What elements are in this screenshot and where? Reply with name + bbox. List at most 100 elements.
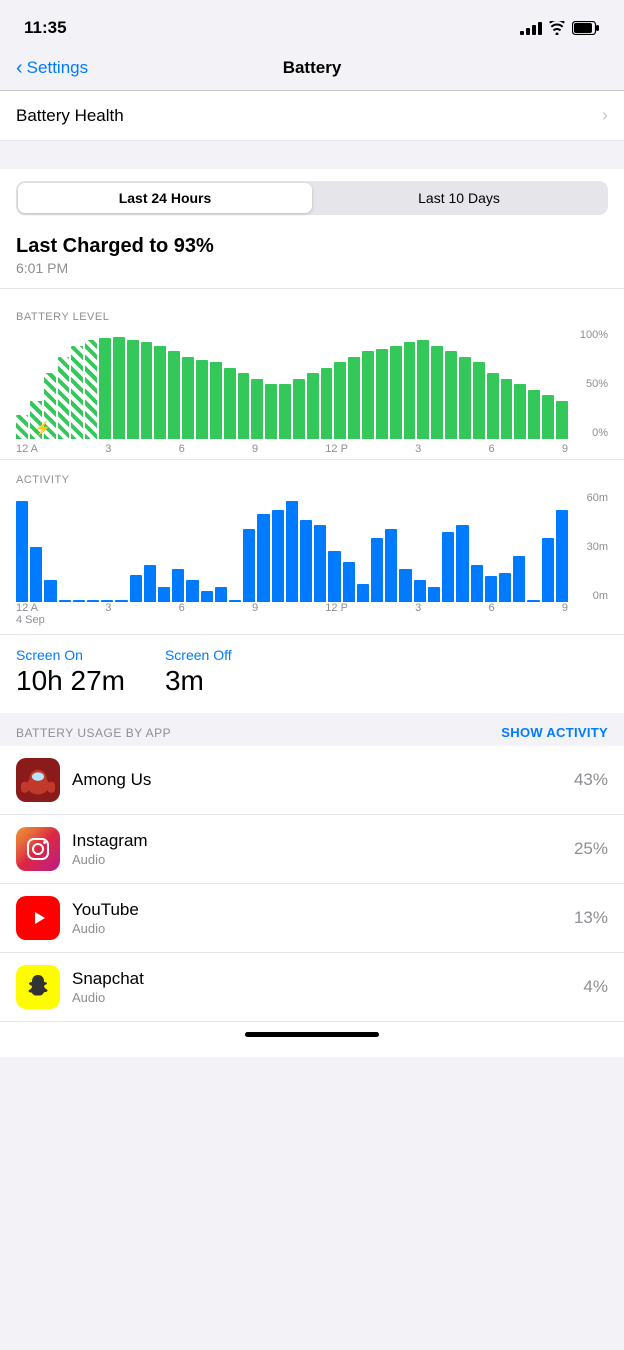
segment-24h[interactable]: Last 24 Hours xyxy=(18,183,312,213)
activity-bars xyxy=(16,492,568,602)
battery-bar xyxy=(390,346,402,440)
activity-bar xyxy=(144,565,156,602)
battery-bar xyxy=(528,390,540,440)
activity-label: ACTIVITY xyxy=(16,474,608,486)
app-icon-youtube xyxy=(16,896,60,940)
activity-x-label: 12 P xyxy=(325,602,348,614)
activity-bar xyxy=(385,529,397,602)
segment-control: Last 24 Hours Last 10 Days xyxy=(16,181,608,215)
battery-bar xyxy=(514,384,526,439)
battery-bar xyxy=(321,368,333,440)
battery-bar xyxy=(376,349,388,439)
battery-bar xyxy=(85,340,97,439)
y-label-100: 100% xyxy=(580,329,608,341)
show-activity-button[interactable]: SHOW ACTIVITY xyxy=(501,725,608,740)
screen-off-label: Screen Off xyxy=(165,647,232,663)
activity-bar xyxy=(44,580,56,602)
activity-bar xyxy=(172,569,184,602)
battery-health-section: Battery Health › xyxy=(0,91,624,141)
activity-x-axis: 12 A36912 P369 xyxy=(16,602,568,622)
battery-bar xyxy=(348,357,360,440)
activity-x-label: 12 A xyxy=(16,602,38,614)
battery-health-label: Battery Health xyxy=(16,106,124,126)
battery-bar xyxy=(224,368,236,440)
screen-off-stat: Screen Off 3m xyxy=(165,647,232,697)
activity-bar xyxy=(456,525,468,602)
activity-bar xyxy=(300,520,312,603)
activity-chart-section: ACTIVITY 60m 30m 0m 12 A36912 P369 4 Sep xyxy=(0,459,624,626)
activity-bar xyxy=(414,580,426,602)
chevron-right-icon: › xyxy=(602,105,608,126)
activity-y-30: 30m xyxy=(587,541,608,553)
status-bar: 11:35 xyxy=(0,0,624,50)
segment-10d[interactable]: Last 10 Days xyxy=(312,183,606,213)
app-percent: 43% xyxy=(574,770,608,790)
lightning-icon: ⚡ xyxy=(34,420,51,437)
activity-y-60: 60m xyxy=(587,492,608,504)
app-row[interactable]: YouTubeAudio13% xyxy=(0,884,624,953)
app-name: YouTube xyxy=(72,900,574,920)
activity-bar xyxy=(272,510,284,602)
activity-y-0: 0m xyxy=(593,590,608,602)
battery-bar xyxy=(58,357,70,440)
segment-section: Last 24 Hours Last 10 Days xyxy=(0,169,624,215)
activity-bar xyxy=(257,514,269,602)
battery-x-axis: 12 A36912 P369 xyxy=(16,439,568,459)
battery-y-labels: 100% 50% 0% xyxy=(580,329,608,439)
wifi-icon xyxy=(548,21,566,35)
battery-bar xyxy=(417,340,429,439)
screen-on-value: 10h 27m xyxy=(16,665,125,697)
activity-bar xyxy=(158,587,170,602)
app-name: Snapchat xyxy=(72,969,583,989)
battery-bar xyxy=(71,346,83,440)
activity-bar xyxy=(513,556,525,602)
app-percent: 4% xyxy=(583,977,608,997)
battery-x-label: 6 xyxy=(488,443,494,455)
battery-x-label: 6 xyxy=(179,443,185,455)
battery-main-section: Last 24 Hours Last 10 Days Last Charged … xyxy=(0,169,624,713)
activity-bar xyxy=(442,532,454,602)
app-info: Among Us xyxy=(72,770,574,791)
app-info: SnapchatAudio xyxy=(72,969,583,1005)
activity-bar xyxy=(399,569,411,602)
home-indicator-area xyxy=(0,1022,624,1057)
battery-bar xyxy=(182,357,194,440)
charge-info: Last Charged to 93% 6:01 PM xyxy=(0,231,624,301)
battery-bar xyxy=(431,346,443,440)
screen-on-label: Screen On xyxy=(16,647,125,663)
app-percent: 13% xyxy=(574,908,608,928)
activity-bar xyxy=(286,501,298,602)
activity-y-labels: 60m 30m 0m xyxy=(587,492,608,602)
charge-title: Last Charged to 93% xyxy=(16,235,608,258)
app-name: Among Us xyxy=(72,770,574,790)
battery-bar xyxy=(404,342,416,439)
app-row[interactable]: InstagramAudio25% xyxy=(0,815,624,884)
activity-bar xyxy=(186,580,198,602)
battery-x-label: 9 xyxy=(252,443,258,455)
activity-bar xyxy=(499,573,511,602)
activity-bar xyxy=(371,538,383,602)
app-row[interactable]: SnapchatAudio4% xyxy=(0,953,624,1022)
battery-bar xyxy=(556,401,568,440)
activity-bar xyxy=(201,591,213,602)
battery-bar xyxy=(459,357,471,440)
status-time: 11:35 xyxy=(24,18,67,38)
activity-bar xyxy=(485,576,497,602)
battery-bar xyxy=(501,379,513,440)
battery-level-label: BATTERY LEVEL xyxy=(16,311,608,323)
app-subtitle: Audio xyxy=(72,852,574,867)
activity-x-label: 9 xyxy=(252,602,258,614)
battery-bar xyxy=(238,373,250,439)
battery-bar xyxy=(99,338,111,439)
battery-bar xyxy=(293,379,305,440)
battery-health-row[interactable]: Battery Health › xyxy=(0,91,624,141)
battery-bar xyxy=(127,340,139,439)
back-button[interactable]: ‹ Settings xyxy=(16,58,88,78)
signal-icon xyxy=(520,21,542,35)
activity-bar xyxy=(314,525,326,602)
back-label: Settings xyxy=(27,58,88,78)
activity-x-label: 3 xyxy=(105,602,111,614)
app-row[interactable]: Among Us43% xyxy=(0,746,624,815)
app-icon-instagram xyxy=(16,827,60,871)
home-bar xyxy=(245,1032,379,1037)
